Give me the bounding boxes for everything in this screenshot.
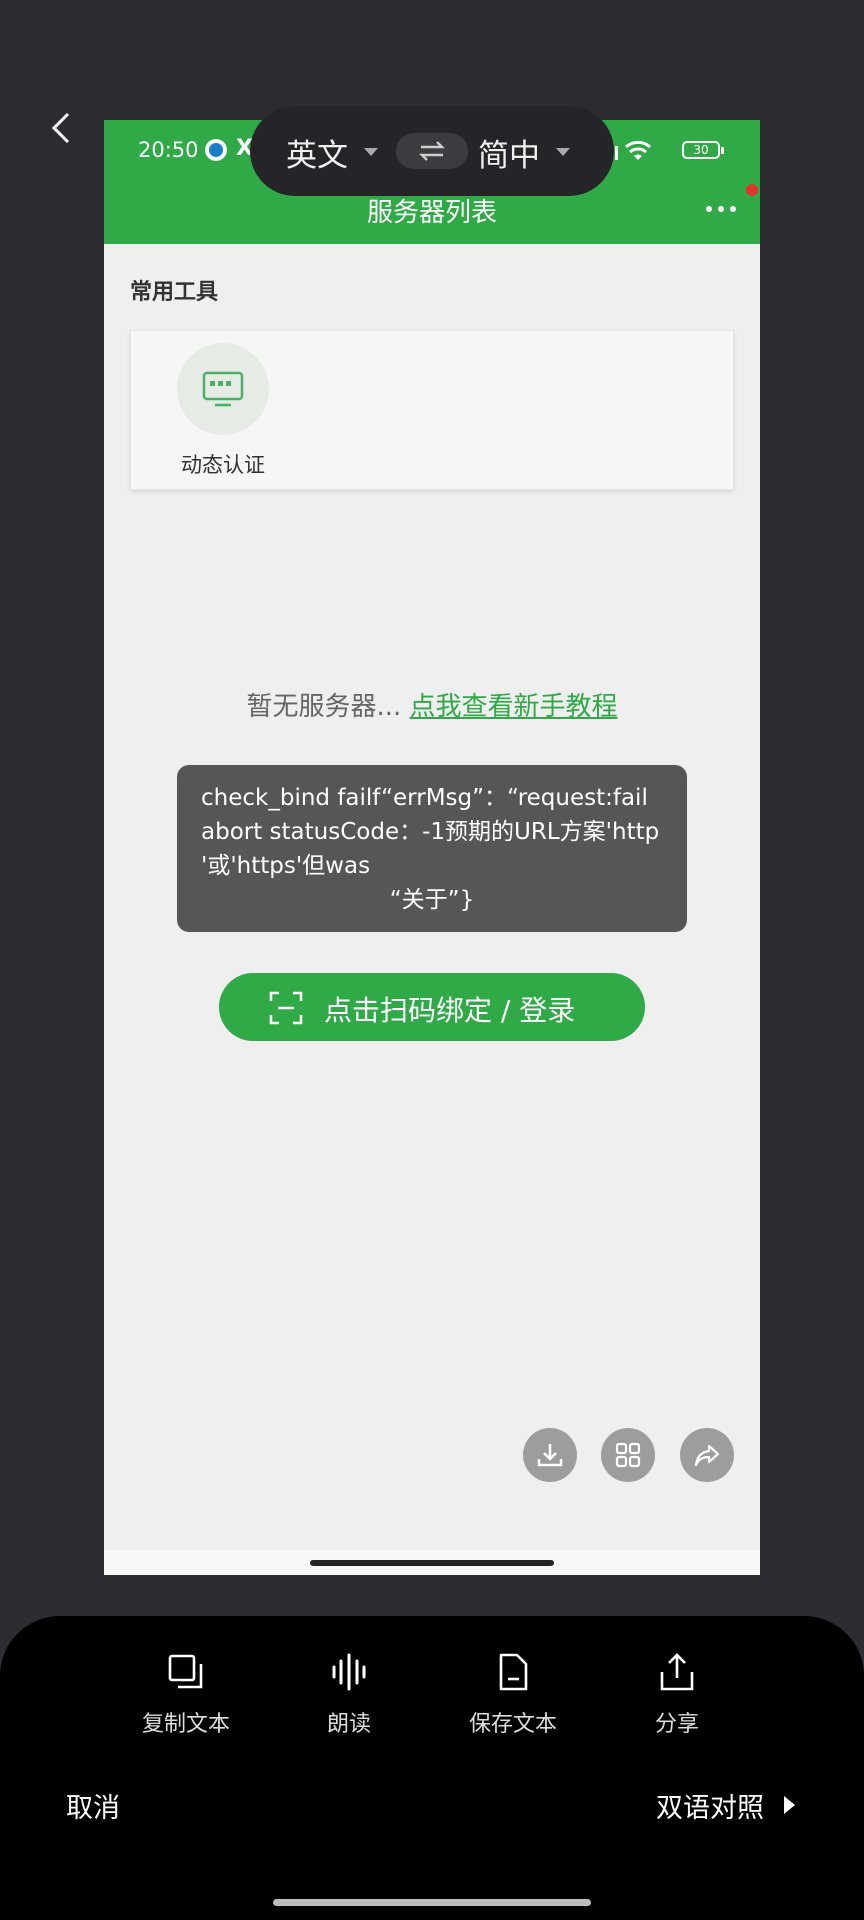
dynamic-auth-tool[interactable] xyxy=(177,343,269,435)
copy-icon xyxy=(168,1654,203,1689)
toast-line: abort statusCode：-1预期的URL方案'http xyxy=(201,819,660,845)
action-sheet: 复制文本 朗读 保存文本 分享 取消 双语对照 xyxy=(0,1616,864,1920)
home-indicator xyxy=(310,1560,554,1566)
empty-state-text: 暂无服务器... xyxy=(246,692,402,722)
voice-icon xyxy=(332,1653,366,1691)
swap-languages-button[interactable] xyxy=(396,133,468,169)
chevron-left-icon xyxy=(51,112,70,144)
read-aloud-label: 朗读 xyxy=(326,1712,371,1737)
copy-text-button[interactable]: 复制文本 xyxy=(116,1652,256,1738)
share-icon xyxy=(660,1653,694,1691)
tool-label[interactable]: 动态认证 xyxy=(151,449,295,479)
gesture-bar xyxy=(273,1899,591,1906)
tutorial-link[interactable]: 点我查看新手教程 xyxy=(410,692,618,722)
app-screen: 20:50 X 30 服务器列表 常用工具 动态认证 暂无服务器... 点我查看… xyxy=(104,120,760,1575)
download-button[interactable] xyxy=(523,1428,577,1482)
wifi-signal-icon xyxy=(610,140,651,160)
page-title: 服务器列表 xyxy=(366,198,497,228)
battery-indicator: 30 xyxy=(682,141,724,159)
save-text-label: 保存文本 xyxy=(468,1712,557,1737)
tools-section-title: 常用工具 xyxy=(130,280,219,305)
read-aloud-button[interactable]: 朗读 xyxy=(279,1652,419,1738)
target-language[interactable]: 简中 xyxy=(478,130,540,175)
toast-line: “关于”} xyxy=(389,887,475,913)
download-icon xyxy=(537,1444,563,1467)
share-button[interactable]: 分享 xyxy=(607,1652,747,1738)
more-options-button[interactable] xyxy=(702,196,742,220)
source-language-dropdown-icon[interactable] xyxy=(364,148,378,156)
bilingual-compare-button[interactable]: 双语对照 xyxy=(656,1786,764,1825)
target-language-dropdown-icon[interactable] xyxy=(556,148,570,156)
source-language[interactable]: 英文 xyxy=(286,130,348,175)
scan-button-label: 点击扫码绑定 / 登录 xyxy=(324,994,576,1027)
translation-language-bar: 英文 简中 xyxy=(250,106,614,196)
swap-icon xyxy=(419,141,445,161)
play-arrow-icon xyxy=(784,1796,795,1814)
monitor-icon xyxy=(202,371,244,407)
empty-state: 暂无服务器... 点我查看新手教程 xyxy=(104,686,760,723)
notification-dot xyxy=(746,184,758,196)
toast-line: '或'https'但was xyxy=(201,853,371,879)
grid-icon xyxy=(615,1442,641,1468)
grid-button[interactable] xyxy=(601,1428,655,1482)
toast-line: check_bind failf“errMsg”：“request:fail xyxy=(201,785,648,811)
forward-button[interactable] xyxy=(680,1428,734,1482)
scan-bind-login-button[interactable]: 点击扫码绑定 / 登录 xyxy=(219,973,645,1041)
share-arrow-icon xyxy=(694,1444,720,1467)
save-text-button[interactable]: 保存文本 xyxy=(443,1652,583,1738)
back-button[interactable] xyxy=(44,110,80,146)
error-toast: check_bind failf“errMsg”：“request:fail a… xyxy=(177,765,687,932)
status-time: 20:50 xyxy=(138,138,199,162)
browser-icon xyxy=(205,139,227,161)
document-icon xyxy=(499,1653,528,1691)
copy-text-label: 复制文本 xyxy=(141,1712,230,1737)
scan-icon xyxy=(269,991,303,1025)
cancel-button[interactable]: 取消 xyxy=(66,1786,120,1825)
tools-card: 动态认证 xyxy=(130,330,734,490)
share-label: 分享 xyxy=(654,1712,699,1737)
